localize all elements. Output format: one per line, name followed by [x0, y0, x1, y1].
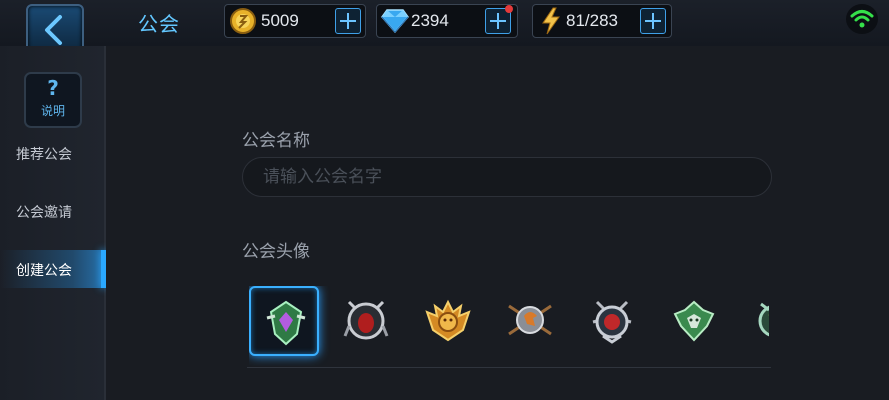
avatar-list[interactable] — [249, 286, 769, 366]
sidebar-item-label: 推荐公会 — [16, 147, 72, 163]
add-diamond-button[interactable] — [485, 5, 513, 34]
guild-name-label: 公会名称 — [242, 131, 310, 151]
avatar-option[interactable] — [413, 286, 483, 356]
help-button[interactable]: ? 说明 — [24, 72, 82, 128]
sidebar-item-label: 创建公会 — [16, 263, 72, 279]
energy-value: 81/283 — [566, 11, 618, 30]
wifi-icon — [850, 10, 874, 28]
avatar-option[interactable] — [577, 286, 647, 356]
add-gold-button[interactable] — [335, 8, 361, 34]
sidebar: ? 说明 推荐公会 公会邀请 创建公会 — [0, 46, 106, 400]
page-title: 公会 — [138, 12, 180, 36]
green-crest-icon — [266, 300, 306, 346]
sidebar-item-label: 公会邀请 — [16, 205, 72, 221]
chevron-left-icon — [45, 15, 62, 45]
create-guild-panel: 公会名称 公会头像 — [106, 46, 889, 400]
gold-counter: 5009 — [224, 4, 366, 38]
top-bar: 公会 5009 2394 81/283 — [0, 0, 889, 58]
gold-value: 5009 — [261, 11, 299, 30]
sidebar-item-create-guild[interactable]: 创建公会 — [0, 250, 106, 288]
avatar-option[interactable] — [331, 286, 401, 356]
red-spider-crest-icon — [592, 300, 632, 344]
sidebar-item-guild-invites[interactable]: 公会邀请 — [0, 192, 104, 230]
question-icon: ? — [47, 76, 59, 100]
golden-lion-crest-icon — [425, 299, 471, 342]
eagle-axes-crest-icon — [508, 304, 552, 336]
green-dragon-crest-icon — [673, 300, 715, 342]
divider — [247, 367, 771, 368]
wifi-indicator — [846, 4, 878, 34]
avatar-option[interactable] — [741, 286, 769, 356]
guild-name-input[interactable] — [242, 157, 772, 197]
serpent-crest-icon — [758, 302, 769, 337]
lightning-icon — [542, 7, 560, 35]
avatar-option-selected[interactable] — [249, 286, 319, 356]
dark-skull-crest-icon — [343, 300, 389, 340]
sidebar-item-recommended-guilds[interactable]: 推荐公会 — [0, 134, 104, 172]
add-energy-button[interactable] — [640, 8, 666, 34]
gold-coin-icon — [230, 8, 256, 34]
diamond-value: 2394 — [411, 11, 449, 30]
diamond-counter: 2394 — [376, 4, 518, 38]
guild-avatar-label: 公会头像 — [242, 242, 310, 262]
notification-dot — [505, 5, 513, 13]
energy-counter: 81/283 — [532, 4, 672, 38]
diamond-icon — [381, 9, 409, 34]
avatar-option[interactable] — [659, 286, 729, 356]
avatar-option[interactable] — [495, 286, 565, 356]
help-label: 说明 — [40, 104, 65, 118]
